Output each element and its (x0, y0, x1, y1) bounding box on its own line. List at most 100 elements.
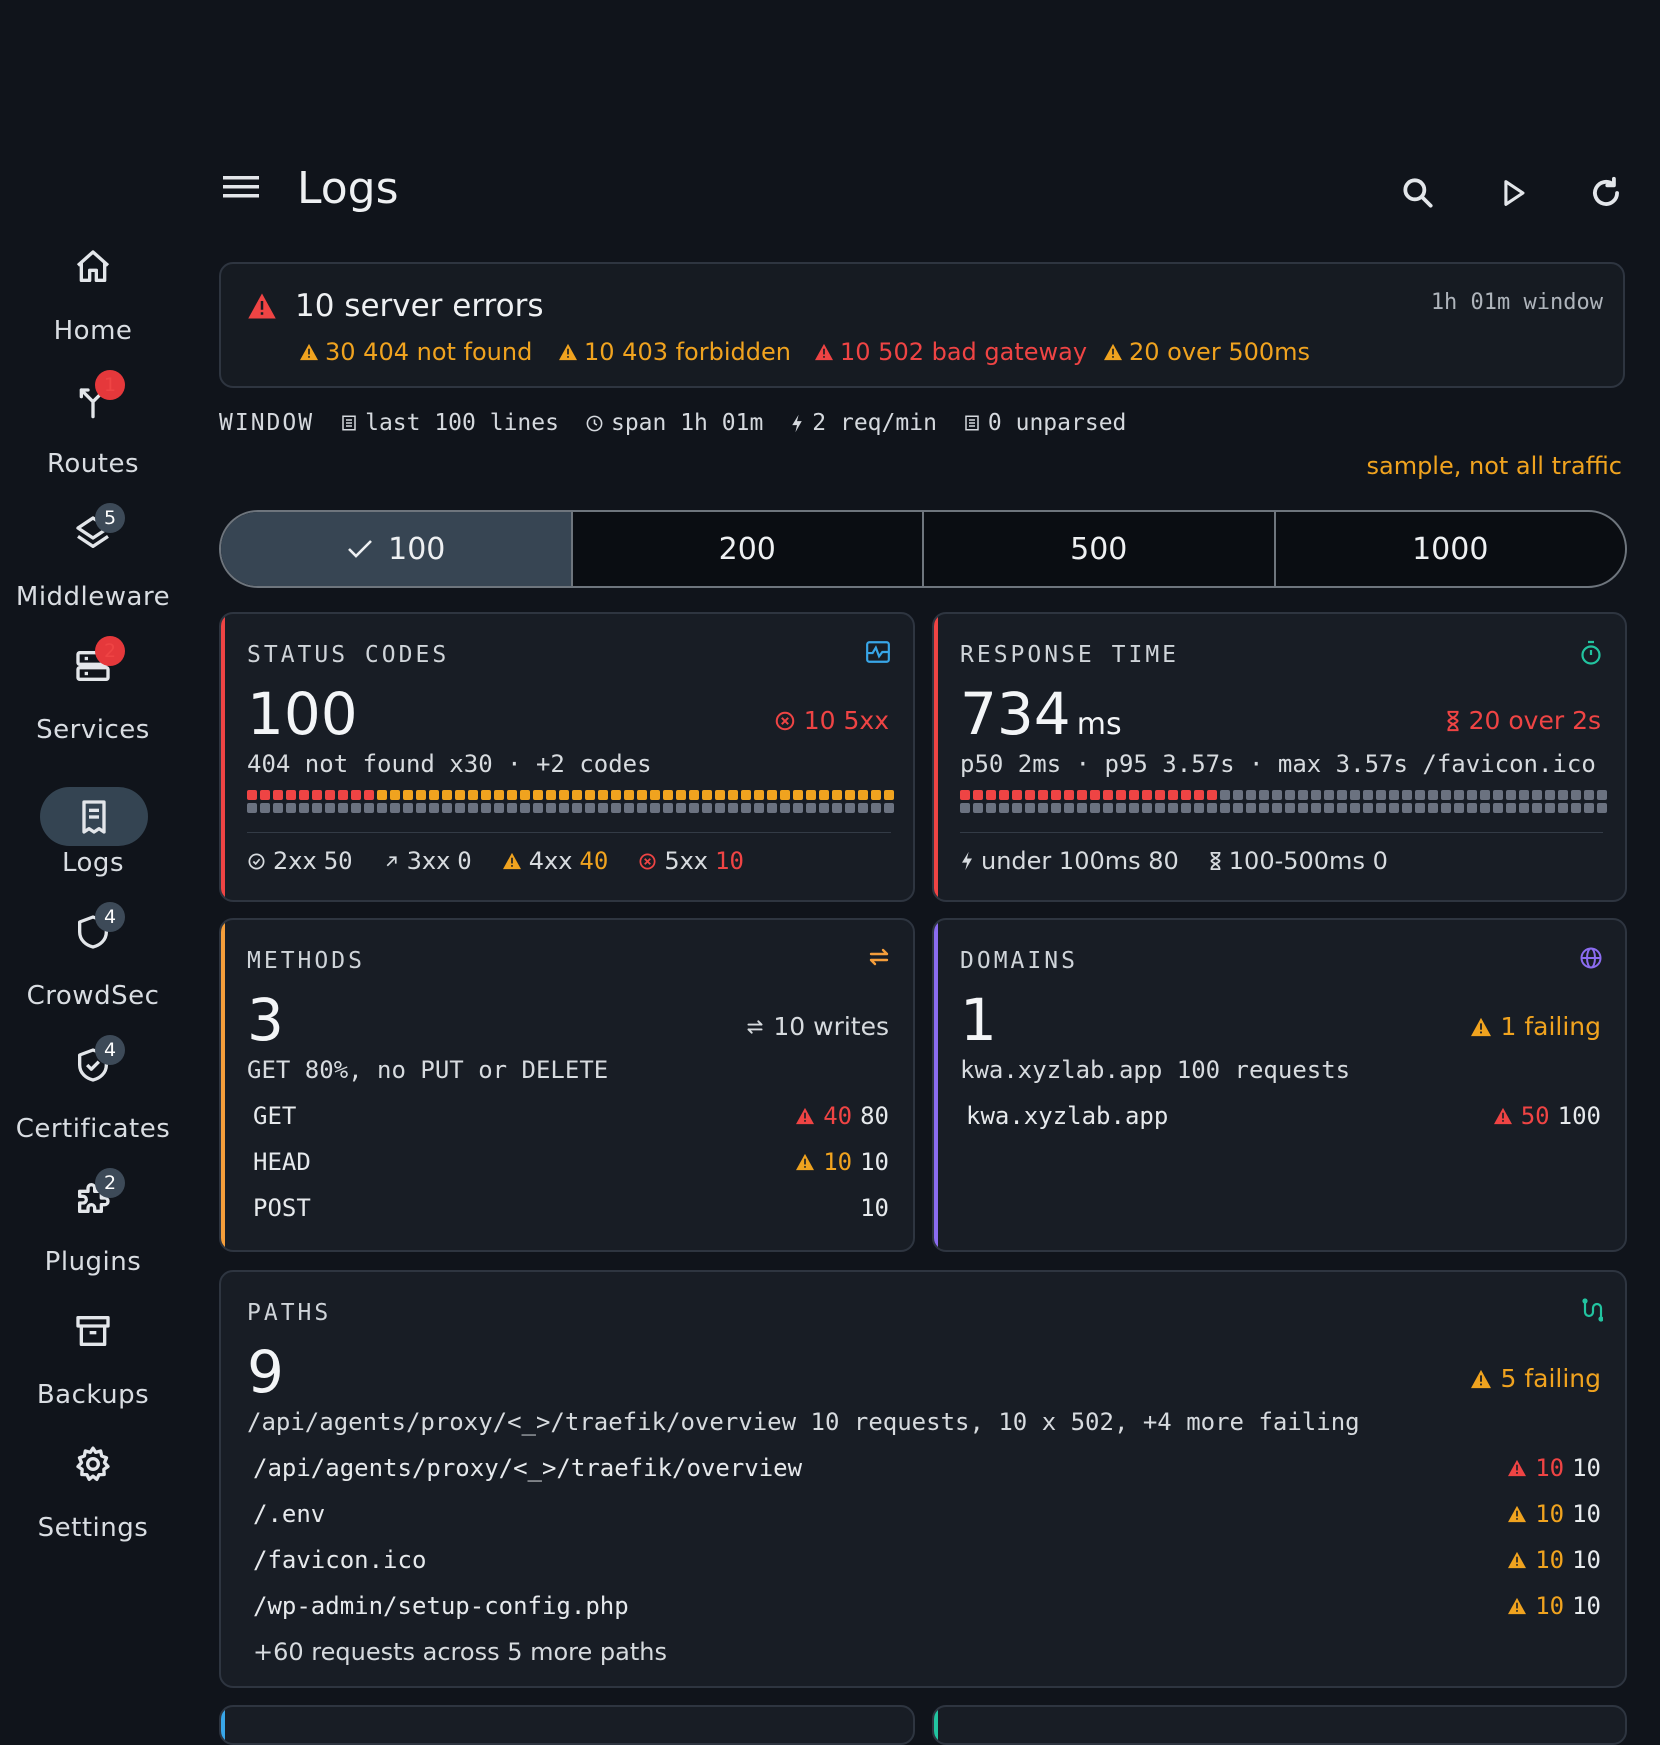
nav-item-certificates[interactable]: 4 Certificates (0, 1035, 186, 1171)
request-dot (325, 790, 335, 800)
method-row[interactable]: HEAD 10 10 (253, 1148, 889, 1176)
request-dot (390, 790, 400, 800)
nav-badge: 2 (95, 1168, 125, 1198)
path-row[interactable]: /api/agents/proxy/<_>/traefik/overview 1… (253, 1454, 1601, 1482)
request-dot (546, 803, 556, 813)
line-option-500[interactable]: 500 (922, 512, 1274, 586)
menu-icon[interactable] (221, 172, 261, 206)
line-option-100[interactable]: 100 (221, 512, 571, 586)
alert-chip[interactable]: 20 over 500ms (1103, 338, 1310, 366)
line-option-200[interactable]: 200 (570, 512, 923, 586)
request-dot (1597, 803, 1607, 813)
request-dot (1454, 803, 1464, 813)
request-dot (416, 803, 426, 813)
stopwatch-icon (1579, 640, 1603, 670)
domains-card[interactable]: DOMAINS 1 1 failing kwa.xyzlab.app 100 r… (932, 918, 1627, 1252)
line-option-1000[interactable]: 1000 (1273, 512, 1626, 586)
request-dot (1519, 803, 1529, 813)
methods-writes: 10 writes (745, 1012, 889, 1041)
request-dot (1428, 790, 1438, 800)
request-dot (1259, 790, 1269, 800)
request-dot (1532, 790, 1542, 800)
request-dot (312, 790, 322, 800)
request-dot (1025, 790, 1035, 800)
request-dot (845, 803, 855, 813)
request-dot (1389, 803, 1399, 813)
alert-chip[interactable]: 10 502 bad gateway (814, 338, 1087, 366)
method-row[interactable]: POST 10 (253, 1194, 889, 1222)
methods-card[interactable]: METHODS 3 10 writes GET 80%, no PUT or D… (219, 918, 915, 1252)
nav-item-backups[interactable]: Backups (0, 1304, 186, 1437)
nav-item-middleware[interactable]: 5 Middleware (0, 503, 186, 639)
card-label: STATUS CODES (247, 642, 450, 668)
play-icon[interactable] (1490, 170, 1536, 216)
path-row[interactable]: /favicon.ico 10 10 (253, 1546, 1601, 1574)
warning-icon (1471, 1017, 1492, 1036)
nav-item-crowdsec[interactable]: 4 CrowdSec (0, 902, 186, 1038)
request-dot (1545, 790, 1555, 800)
request-dot (494, 803, 504, 813)
nav-item-home[interactable]: Home (0, 240, 186, 373)
request-dot (338, 790, 348, 800)
gear-icon (66, 1437, 120, 1491)
nav-badge: 4 (95, 1035, 125, 1065)
divider (247, 832, 891, 833)
search-icon[interactable] (1395, 170, 1441, 216)
window-lines: last 100 lines (340, 410, 559, 436)
server-errors-alert: 10 server errors 1h 01m window 30 404 no… (219, 262, 1625, 388)
request-dot (1571, 803, 1581, 813)
request-dot (832, 790, 842, 800)
request-dot (1376, 803, 1386, 813)
paths-more[interactable]: +60 requests across 5 more paths (253, 1638, 1601, 1666)
card-label: METHODS (247, 948, 365, 974)
request-dot (1454, 790, 1464, 800)
status-5xx-foot: 5xx 10 (638, 847, 744, 875)
nav-item-plugins[interactable]: 2 Plugins (0, 1168, 186, 1304)
nav-item-logs[interactable]: Logs (0, 772, 186, 905)
request-dot (1415, 803, 1425, 813)
path-row[interactable]: /wp-admin/setup-config.php 10 10 (253, 1592, 1601, 1620)
request-dot (1142, 803, 1152, 813)
warning-icon (1508, 1551, 1527, 1569)
request-dot (1376, 790, 1386, 800)
request-dot (728, 803, 738, 813)
bolt-icon (792, 414, 803, 432)
alert-chip-label: 20 over 500ms (1129, 338, 1311, 366)
request-dot (1506, 803, 1516, 813)
response-time-card[interactable]: RESPONSE TIME 734 ms 20 over 2s p50 2ms ·… (932, 612, 1627, 902)
request-dot (1311, 790, 1321, 800)
refresh-icon[interactable] (1583, 170, 1629, 216)
status-codes-card[interactable]: STATUS CODES 100 10 5xx 404 not found x3… (219, 612, 915, 902)
request-dot (585, 803, 595, 813)
window-summary: WINDOW last 100 lines span 1h 01m 2 req/… (219, 410, 1152, 436)
request-dot (1389, 790, 1399, 800)
warning-icon (796, 1153, 815, 1171)
swap-icon (747, 1019, 763, 1034)
request-dot (312, 803, 322, 813)
warning-icon (1471, 1369, 1492, 1388)
nav-label: Middleware (15, 582, 171, 612)
request-dot (1233, 790, 1243, 800)
request-dot (1233, 803, 1243, 813)
alert-chip[interactable]: 30 404 not found (299, 338, 532, 366)
domain-row[interactable]: kwa.xyzlab.app 50 100 (966, 1102, 1601, 1130)
nav-badge: 5 (95, 503, 125, 533)
nav-item-settings[interactable]: Settings (0, 1437, 186, 1570)
nav-item-services[interactable]: 2 Services (0, 636, 186, 772)
request-dot (351, 803, 361, 813)
request-dot (1103, 790, 1113, 800)
archive-icon (66, 1304, 120, 1358)
check-circle-icon (248, 853, 265, 869)
path-row[interactable]: /.env 10 10 (253, 1500, 1601, 1528)
response-dots (960, 790, 1610, 813)
hourglass-icon (1210, 851, 1221, 871)
nav-item-routes[interactable]: 1 Routes (0, 370, 186, 506)
request-dot (973, 790, 983, 800)
method-row[interactable]: GET 40 80 (253, 1102, 889, 1130)
status-breakdown: 2xx 50 3xx 0 4xx 40 5xx 10 (247, 847, 774, 875)
request-dot (442, 790, 452, 800)
alert-chip[interactable]: 10 403 forbidden (558, 338, 791, 366)
paths-sub: /api/agents/proxy/<_>/traefik/overview 1… (247, 1408, 1360, 1436)
paths-card[interactable]: PATHS 9 5 failing /api/agents/proxy/<_>/… (219, 1270, 1627, 1688)
request-dot (1090, 790, 1100, 800)
